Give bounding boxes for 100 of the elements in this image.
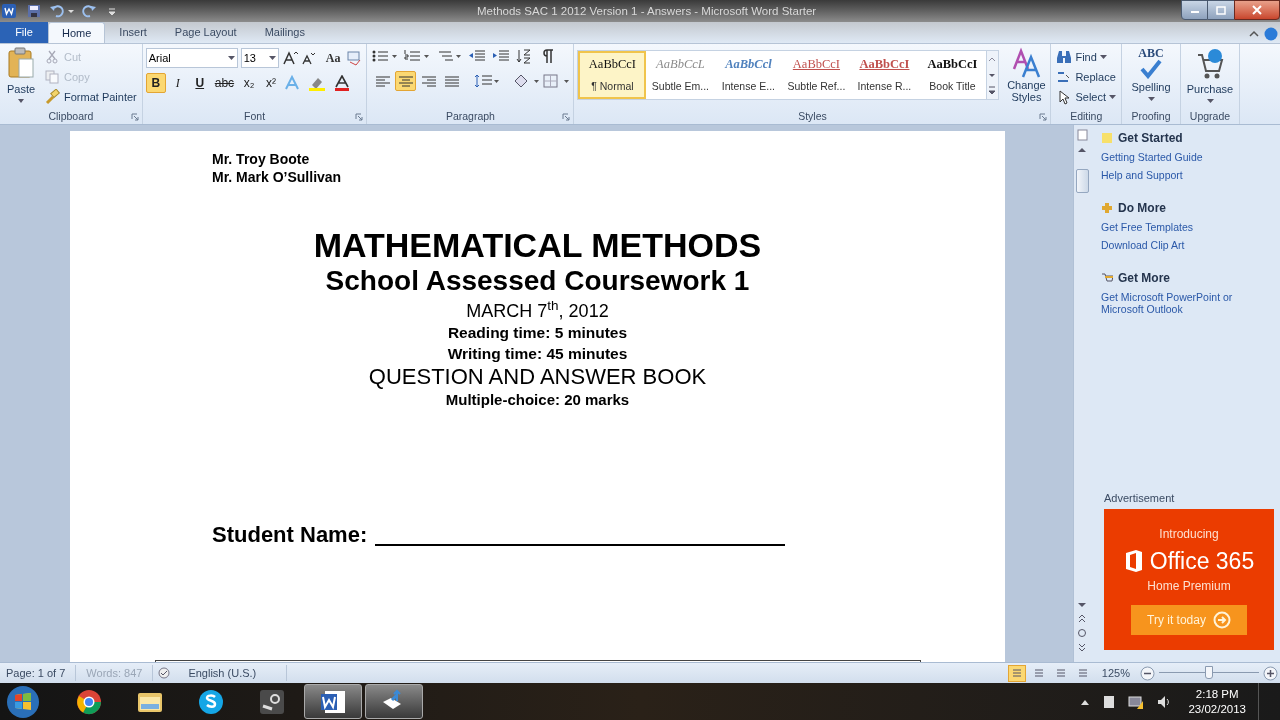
pane-link[interactable]: Help and Support (1101, 166, 1273, 184)
bullets-icon[interactable] (372, 48, 399, 64)
dialog-launcher-icon[interactable] (1039, 113, 1048, 121)
align-center-icon (397, 73, 414, 89)
shading-icon[interactable] (512, 73, 541, 89)
format-button[interactable]: abc (211, 73, 238, 93)
pane-link[interactable]: Download Clip Art (1101, 236, 1273, 254)
change-styles-button[interactable]: Change Styles (1005, 47, 1048, 109)
student-name-label: Student Name: (212, 522, 368, 548)
style-gallery-item[interactable]: AaBbCcI ¶ Normal (578, 51, 647, 99)
decrease-indent-icon[interactable] (468, 48, 487, 64)
proofing-status-icon[interactable] (156, 666, 173, 680)
browse-object-icon[interactable] (1076, 626, 1088, 640)
network-icon[interactable] (1128, 693, 1145, 710)
group-label: Clipboard (48, 108, 94, 124)
zoom-level[interactable]: 125% (1101, 664, 1130, 682)
style-gallery-item[interactable]: AaBbCcL Subtle Em... (646, 51, 715, 99)
format-button[interactable]: x² (261, 73, 282, 93)
ribbon-tab[interactable]: Insert (105, 22, 161, 43)
dialog-launcher-icon[interactable] (130, 113, 139, 121)
undo-icon[interactable] (49, 4, 67, 18)
format-button[interactable]: I (167, 73, 188, 93)
redo-icon[interactable] (81, 4, 97, 18)
increase-indent-icon[interactable] (492, 48, 511, 64)
ad-edition: Home Premium (1147, 578, 1231, 595)
reading-time: Reading time: 5 minutes (447, 323, 628, 343)
layout-view-icon (1054, 667, 1067, 679)
font-size-field[interactable]: 13 (240, 48, 279, 68)
layout-view-icon (1032, 667, 1045, 679)
save-icon[interactable] (27, 4, 41, 18)
align-right-icon (420, 73, 437, 89)
format-button[interactable]: U (189, 73, 210, 93)
scissors-icon (45, 49, 61, 65)
arrow-circle-icon (1212, 611, 1231, 629)
marks-text: Multiple-choice: 20 marks (445, 390, 630, 410)
layout-view-icon (1010, 667, 1023, 679)
spelling-button[interactable]: ABC Spelling (1125, 47, 1177, 109)
file-tab[interactable]: File (0, 21, 48, 43)
change-case-button[interactable]: Aa (323, 49, 343, 67)
office-logo-icon (1123, 549, 1144, 573)
select-button[interactable]: Select (1054, 87, 1118, 107)
ad-intro: Introducing (1159, 526, 1219, 543)
shrink-font-icon[interactable] (300, 50, 315, 66)
scroll-thumb[interactable] (1075, 169, 1089, 193)
dropdown-icon (227, 55, 235, 61)
style-gallery-item[interactable]: AaBbCcI Intense R... (850, 51, 919, 99)
style-gallery-item[interactable]: AaBbCcI Book Title (918, 51, 987, 99)
purchase-button[interactable]: Purchase (1184, 47, 1236, 109)
ribbon-tab[interactable]: Page Layout (160, 22, 251, 43)
line-spacing-icon[interactable] (474, 73, 501, 89)
chrome-icon (75, 687, 103, 716)
align-center-button[interactable] (395, 71, 417, 91)
align-left-icon (374, 73, 391, 89)
zoom-out-icon[interactable] (1140, 665, 1155, 681)
group-label: Editing (1070, 108, 1103, 124)
scroll-up-icon[interactable] (1076, 145, 1088, 155)
format-painter-button[interactable]: Format Painter (43, 87, 139, 107)
pane-link[interactable]: Getting Started Guide (1101, 148, 1273, 166)
dialog-launcher-icon[interactable] (562, 113, 571, 121)
ribbon-tab[interactable]: Home (48, 22, 106, 43)
paintbrush-icon (45, 89, 61, 105)
minimize-button[interactable] (1181, 0, 1208, 20)
grow-font-icon[interactable] (281, 50, 298, 66)
zoom-in-icon[interactable] (1263, 665, 1278, 681)
steam-icon (258, 687, 286, 716)
advertisement-banner[interactable]: Introducing Office 365 Home Premium Try it today (1104, 509, 1274, 650)
zoom-slider-thumb[interactable] (1205, 666, 1213, 679)
format-button[interactable]: B (145, 73, 166, 93)
pane-link[interactable]: Get Microsoft PowerPoint or Microsoft Outlook (1101, 288, 1273, 318)
scroll-down-icon[interactable] (1076, 600, 1088, 610)
ruler-toggle-icon[interactable] (1075, 127, 1089, 143)
start-orb-icon[interactable] (6, 684, 40, 719)
ad-product: Office 365 (1149, 548, 1255, 574)
clock[interactable]: 2:18 PM 23/02/2013 (1188, 686, 1246, 717)
paste-button[interactable]: Paste (3, 47, 39, 109)
vertical-scrollbar[interactable] (1073, 125, 1090, 662)
find-button[interactable]: Find (1054, 47, 1118, 67)
style-gallery-item[interactable]: AaBbCcI Subtle Ref... (782, 51, 851, 99)
dialog-launcher-icon[interactable] (355, 113, 364, 121)
ribbon-tab[interactable]: Mailings (250, 22, 319, 43)
cart-icon (1195, 47, 1225, 81)
word-icon[interactable] (1, 3, 17, 19)
numbering-icon[interactable] (404, 48, 431, 64)
group-label: Proofing (1131, 108, 1171, 124)
exam-date: MARCH 7$^{th}$, 2012 (466, 300, 609, 322)
pane-link[interactable]: Get Free Templates (1101, 218, 1273, 236)
language-status[interactable]: English (U.S.) (188, 664, 288, 682)
taskbar-button[interactable] (304, 684, 362, 719)
font-name-field[interactable]: Arial (145, 48, 238, 68)
action-center-icon[interactable] (1102, 693, 1117, 710)
page-count[interactable]: Page: 1 of 7 (0, 664, 77, 682)
format-button[interactable]: x₂ (239, 73, 260, 93)
style-gallery-item[interactable]: AaBbCcl Intense E... (714, 51, 783, 99)
close-button[interactable] (1234, 0, 1280, 20)
maximize-button[interactable] (1208, 0, 1234, 20)
binoculars-icon (1056, 49, 1073, 65)
taskbar-button[interactable] (365, 684, 423, 719)
multilevel-list-icon[interactable] (436, 48, 463, 64)
replace-button[interactable]: Replace (1054, 67, 1118, 87)
help-icon[interactable] (1264, 27, 1278, 41)
